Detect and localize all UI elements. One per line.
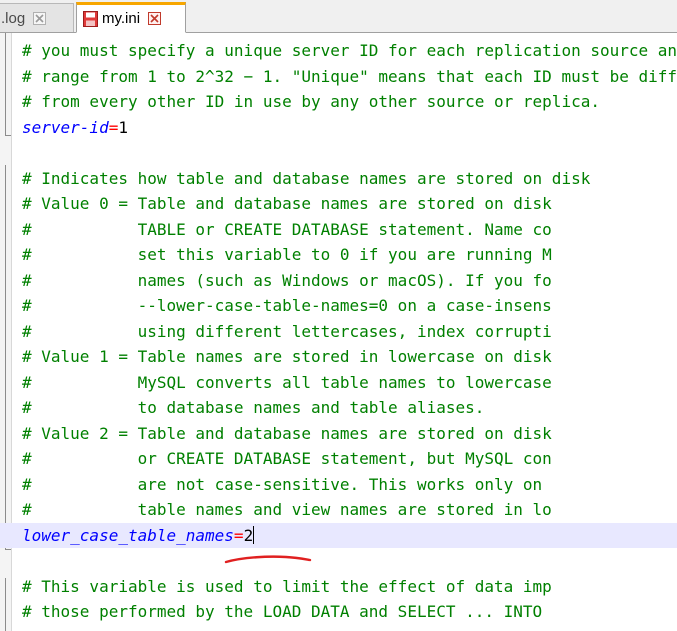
comment-text: # Indicates how table and database names… bbox=[22, 168, 591, 188]
setting-value: 1 bbox=[118, 117, 128, 137]
comment-line[interactable]: # from every other ID in use by any othe… bbox=[22, 89, 677, 115]
comment-line[interactable]: # Value 0 = Table and database names are… bbox=[22, 191, 677, 217]
comment-text: # Value 2 = Table and database names are… bbox=[22, 423, 552, 443]
comment-line[interactable]: # --lower-case-table-names=0 on a case-i… bbox=[22, 293, 677, 319]
comment-line[interactable]: # names (such as Windows or macOS). If y… bbox=[22, 268, 677, 294]
comment-text: # MySQL converts all table names to lowe… bbox=[22, 372, 552, 392]
comment-text: # table names and view names are stored … bbox=[22, 500, 552, 519]
comment-line[interactable]: # MySQL converts all table names to lowe… bbox=[22, 370, 677, 396]
comment-text: # those performed by the LOAD DATA and S… bbox=[22, 602, 543, 621]
comment-text: # from every other ID in use by any othe… bbox=[22, 92, 600, 111]
comment-text: # --lower-case-table-names=0 on a case-i… bbox=[22, 296, 552, 315]
setting-line[interactable]: server-id=1 bbox=[22, 115, 677, 141]
tab-my-ini-label: my.ini bbox=[102, 10, 141, 27]
comment-line[interactable]: # set this variable to 0 if you are runn… bbox=[22, 242, 677, 268]
tab-log-label: .log bbox=[1, 9, 26, 27]
comment-line[interactable]: # to database names and table aliases. bbox=[22, 395, 677, 421]
comment-line[interactable]: # or CREATE DATABASE statement, but MySQ… bbox=[22, 446, 677, 472]
fold-guide bbox=[5, 578, 6, 631]
comment-line[interactable]: # Value 1 = Table names are stored in lo… bbox=[22, 344, 677, 370]
comment-text: # or CREATE DATABASE statement, but MySQ… bbox=[22, 449, 552, 468]
comment-line[interactable]: # you must specify a unique server ID fo… bbox=[22, 38, 677, 64]
comment-text: # Value 0 = Table and database names are… bbox=[22, 194, 552, 213]
comment-text: # names (such as Windows or macOS). If y… bbox=[22, 270, 552, 290]
comment-text: # range from 1 to 2^32 − 1. "Unique" mea… bbox=[22, 66, 677, 86]
comment-line[interactable]: # TABLE or CREATE DATABASE statement. Na… bbox=[22, 217, 677, 243]
comment-text: # Value 1 = Table names are stored in lo… bbox=[22, 347, 552, 366]
comment-text: # This variable is used to limit the eff… bbox=[22, 576, 552, 596]
fold-guide-end bbox=[5, 549, 11, 550]
comment-text: # using different lettercases, index cor… bbox=[22, 321, 552, 341]
fold-guide bbox=[5, 165, 6, 549]
comment-text: # TABLE or CREATE DATABASE statement. Na… bbox=[22, 219, 552, 239]
blank-line[interactable] bbox=[22, 548, 677, 574]
red-underline-mark bbox=[224, 555, 312, 564]
close-icon[interactable] bbox=[148, 12, 162, 25]
comment-text: # LOAD_FILE() function. These operations… bbox=[22, 628, 542, 631]
text-caret bbox=[253, 525, 255, 544]
setting-key: lower_case_table_names bbox=[22, 525, 234, 545]
fold-guide-end bbox=[5, 135, 11, 136]
setting-key: server-id bbox=[22, 117, 109, 137]
comment-line[interactable]: # Indicates how table and database names… bbox=[22, 166, 677, 192]
tab-log[interactable]: .log bbox=[0, 3, 74, 32]
comment-line[interactable]: # This variable is used to limit the eff… bbox=[22, 574, 677, 600]
comment-text: # are not case-sensitive. This works onl… bbox=[22, 474, 543, 494]
comment-line[interactable]: # table names and view names are stored … bbox=[22, 497, 677, 523]
blank-line[interactable] bbox=[22, 140, 677, 166]
notepad-plus-window: .log my.ini # you must specify a unique … bbox=[0, 0, 677, 631]
tab-bar: .log my.ini bbox=[0, 0, 677, 33]
comment-line[interactable]: # range from 1 to 2^32 − 1. "Unique" mea… bbox=[22, 64, 677, 90]
text-editor[interactable]: # you must specify a unique server ID fo… bbox=[0, 33, 677, 631]
setting-operator: = bbox=[108, 117, 119, 137]
code-lines: # you must specify a unique server ID fo… bbox=[0, 38, 677, 631]
comment-line[interactable]: # using different lettercases, index cor… bbox=[22, 319, 677, 345]
comment-line[interactable]: # are not case-sensitive. This works onl… bbox=[22, 472, 677, 498]
comment-line[interactable]: # those performed by the LOAD DATA and S… bbox=[22, 599, 677, 625]
tab-my-ini[interactable]: my.ini bbox=[76, 2, 186, 33]
setting-line[interactable]: lower_case_table_names=2 bbox=[0, 522, 677, 548]
comment-text: # set this variable to 0 if you are runn… bbox=[22, 245, 552, 264]
comment-text: # to database names and table aliases. bbox=[22, 398, 485, 417]
floppy-disk-icon bbox=[83, 10, 98, 27]
comment-line[interactable]: # Value 2 = Table and database names are… bbox=[22, 421, 677, 447]
setting-operator: = bbox=[233, 525, 244, 545]
setting-value: 2 bbox=[243, 525, 254, 545]
fold-guide bbox=[5, 33, 6, 135]
comment-text: # you must specify a unique server ID fo… bbox=[22, 41, 677, 60]
close-icon[interactable] bbox=[33, 11, 47, 25]
comment-line[interactable]: # LOAD_FILE() function. These operations… bbox=[22, 625, 677, 631]
